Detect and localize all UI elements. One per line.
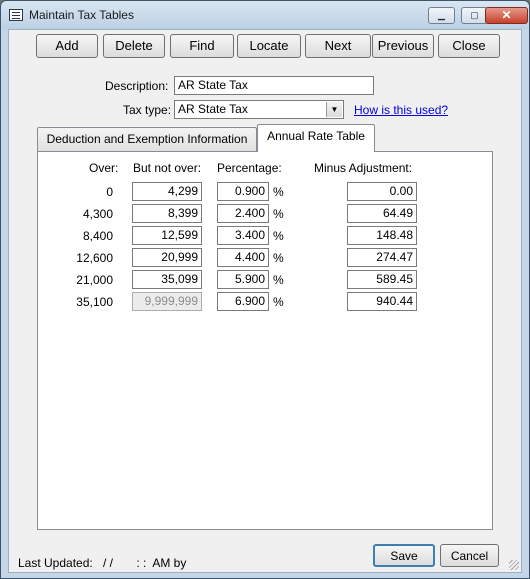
minus-adjustment-field[interactable]: 274.47 xyxy=(347,248,417,267)
find-button[interactable]: Find xyxy=(170,34,234,58)
last-updated-label: Last Updated: xyxy=(18,556,93,570)
minus-adjustment-field[interactable]: 64.49 xyxy=(347,204,417,223)
minus-adjustment-field[interactable]: 940.44 xyxy=(347,292,417,311)
description-label: Description: xyxy=(105,79,169,93)
percentage-header: Percentage: xyxy=(217,161,282,175)
cancel-button[interactable]: Cancel xyxy=(440,544,499,567)
app-icon xyxy=(9,9,23,21)
percent-sign: % xyxy=(273,207,284,221)
resize-grip[interactable] xyxy=(509,560,519,570)
tab-deduction-exemption[interactable]: Deduction and Exemption Information xyxy=(37,127,257,151)
but-not-over-field: 9,999,999 xyxy=(132,292,202,311)
percentage-field[interactable]: 0.900 xyxy=(217,182,269,201)
percent-sign: % xyxy=(273,185,284,199)
minimize-icon[interactable]: ▁ xyxy=(428,7,455,24)
but-not-over-field[interactable]: 20,999 xyxy=(132,248,202,267)
next-button[interactable]: Next xyxy=(305,34,371,58)
percent-sign: % xyxy=(273,229,284,243)
percentage-field[interactable]: 3.400 xyxy=(217,226,269,245)
percent-sign: % xyxy=(273,295,284,309)
locate-button[interactable]: Locate xyxy=(237,34,301,58)
maintain-tax-tables-window: Maintain Tax Tables ▁ ▢ ✕ Add Delete Fin… xyxy=(0,0,530,579)
last-updated-value: / / : : AM by xyxy=(103,556,187,570)
title-bar[interactable]: Maintain Tax Tables ▁ ▢ ✕ xyxy=(1,1,529,29)
row-over: 8,400 xyxy=(82,229,113,243)
annual-rate-table-panel: Over: But not over: Percentage: Minus Ad… xyxy=(37,151,493,530)
tax-type-label: Tax type: xyxy=(123,103,172,117)
percentage-field[interactable]: 4.400 xyxy=(217,248,269,267)
over-header: Over: xyxy=(89,161,119,175)
close-button[interactable]: Close xyxy=(438,34,500,58)
how-is-this-used-link[interactable]: How is this used? xyxy=(354,103,448,117)
percentage-field[interactable]: 5.900 xyxy=(217,270,269,289)
tax-type-value: AR State Tax xyxy=(178,102,248,116)
description-field[interactable]: AR State Tax xyxy=(174,76,374,95)
tax-type-select[interactable]: AR State Tax ▼ xyxy=(174,100,344,119)
delete-button[interactable]: Delete xyxy=(103,34,165,58)
minus-adjustment-field[interactable]: 589.45 xyxy=(347,270,417,289)
minus-adjustment-header: Minus Adjustment: xyxy=(314,161,413,175)
minus-adjustment-field[interactable]: 0.00 xyxy=(347,182,417,201)
tab-annual-rate-table[interactable]: Annual Rate Table xyxy=(257,124,375,152)
previous-button[interactable]: Previous xyxy=(372,34,434,58)
but-not-over-field[interactable]: 12,599 xyxy=(132,226,202,245)
row-over: 35,100 xyxy=(76,295,113,309)
minus-adjustment-field[interactable]: 148.48 xyxy=(347,226,417,245)
row-over: 12,600 xyxy=(76,251,113,265)
window-client-area: Add Delete Find Locate Next Previous Clo… xyxy=(8,29,522,573)
chevron-down-icon[interactable]: ▼ xyxy=(326,102,342,117)
row-over: 21,000 xyxy=(76,273,113,287)
but-not-over-header: But not over: xyxy=(133,161,202,175)
percent-sign: % xyxy=(273,273,284,287)
row-over: 4,300 xyxy=(82,207,113,221)
close-icon[interactable]: ✕ xyxy=(485,7,528,24)
percentage-field[interactable]: 6.900 xyxy=(217,292,269,311)
row-over: 0 xyxy=(106,185,113,199)
maximize-icon[interactable]: ▢ xyxy=(461,7,488,24)
window-title: Maintain Tax Tables xyxy=(29,8,134,22)
add-button[interactable]: Add xyxy=(36,34,98,58)
but-not-over-field[interactable]: 8,399 xyxy=(132,204,202,223)
save-button[interactable]: Save xyxy=(373,544,435,567)
percent-sign: % xyxy=(273,251,284,265)
but-not-over-field[interactable]: 4,299 xyxy=(132,182,202,201)
but-not-over-field[interactable]: 35,099 xyxy=(132,270,202,289)
percentage-field[interactable]: 2.400 xyxy=(217,204,269,223)
